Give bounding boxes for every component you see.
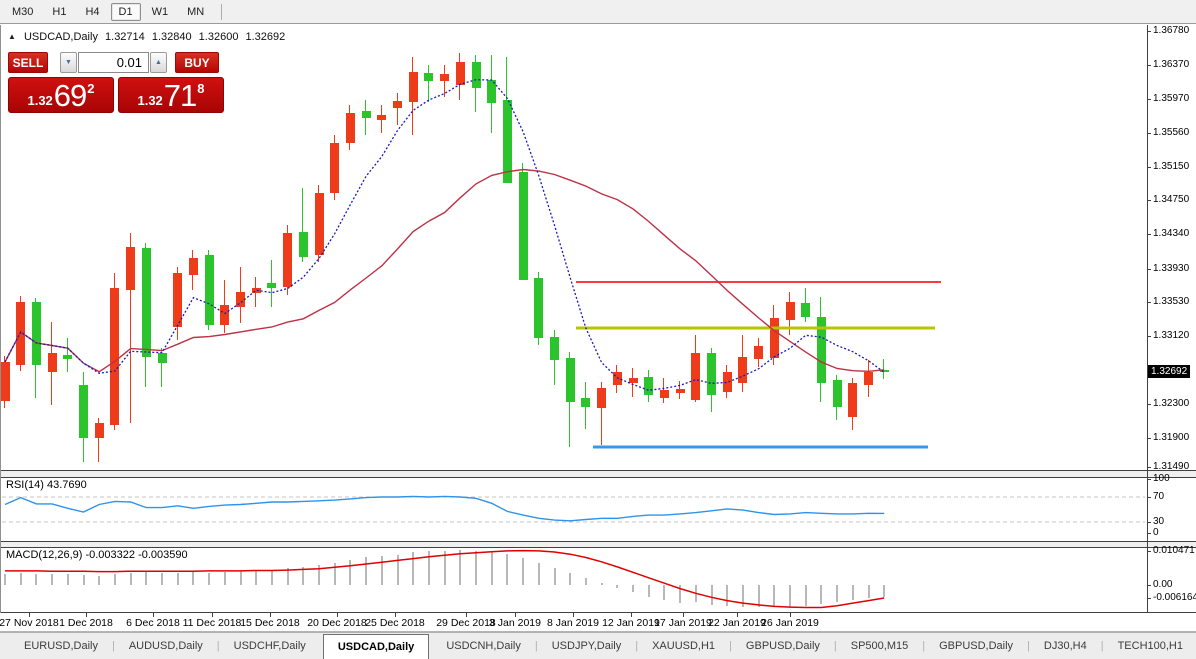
rsi-label: RSI(14) 43.7690 bbox=[6, 479, 87, 491]
ask-price-button[interactable]: 1.32 71 8 bbox=[118, 77, 224, 113]
date-axis-label: 1 Dec 2018 bbox=[51, 617, 121, 629]
sell-button[interactable]: SELL bbox=[8, 52, 48, 73]
rsi-axis-label: 70 bbox=[1153, 491, 1164, 502]
price-axis-label: 1.31490 bbox=[1153, 461, 1189, 472]
price-axis-label: 1.36780 bbox=[1153, 25, 1189, 36]
price-axis-tick bbox=[1147, 467, 1151, 468]
macd-axis-tick bbox=[1147, 598, 1151, 599]
panel-border bbox=[0, 631, 1196, 632]
current-price-tag: 1.32692 bbox=[1148, 365, 1190, 378]
date-axis-label: 25 Dec 2018 bbox=[360, 617, 430, 629]
buy-button[interactable]: BUY bbox=[175, 52, 219, 73]
price-axis-tick bbox=[1147, 200, 1151, 201]
price-axis-label: 1.31900 bbox=[1153, 432, 1189, 443]
rsi-axis-tick bbox=[1147, 533, 1151, 534]
volume-input[interactable] bbox=[78, 52, 149, 73]
macd-axis-tick bbox=[1147, 551, 1151, 552]
macd-axis-label: -0.006164 bbox=[1153, 592, 1196, 603]
price-axis-tick bbox=[1147, 438, 1151, 439]
price-axis-tick bbox=[1147, 133, 1151, 134]
price-axis-label: 1.32300 bbox=[1153, 398, 1189, 409]
macd-axis-label: 0.00 bbox=[1153, 579, 1172, 590]
bid-price-button[interactable]: 1.32 69 2 bbox=[8, 77, 114, 113]
price-axis-label: 1.35150 bbox=[1153, 161, 1189, 172]
chart-title: USDCAD,Daily bbox=[24, 31, 98, 43]
price-axis-tick bbox=[1147, 234, 1151, 235]
rsi-axis-label: 30 bbox=[1153, 516, 1164, 527]
bid-sup-digit: 2 bbox=[87, 81, 94, 96]
price-axis-label: 1.34340 bbox=[1153, 228, 1189, 239]
close-value: 1.32692 bbox=[246, 31, 286, 43]
rsi-axis-tick bbox=[1147, 497, 1151, 498]
price-axis-tick bbox=[1147, 269, 1151, 270]
price-axis-label: 1.35560 bbox=[1153, 127, 1189, 138]
ask-prefix: 1.32 bbox=[137, 93, 162, 108]
price-axis-label: 1.35970 bbox=[1153, 93, 1189, 104]
ask-sup-digit: 8 bbox=[197, 81, 204, 96]
price-axis-label: 1.33530 bbox=[1153, 296, 1189, 307]
price-axis-border bbox=[1147, 25, 1148, 613]
macd-axis-tick bbox=[1147, 585, 1151, 586]
chart-header: ▲ USDCAD,Daily 1.32714 1.32840 1.32600 1… bbox=[8, 31, 289, 43]
open-value: 1.32714 bbox=[105, 31, 145, 43]
price-axis-tick bbox=[1147, 167, 1151, 168]
date-axis-label: 26 Jan 2019 bbox=[755, 617, 825, 629]
panel-border bbox=[0, 612, 1196, 613]
volume-decrease-button[interactable]: ▼ bbox=[60, 52, 77, 73]
date-axis-label: 15 Dec 2018 bbox=[235, 617, 305, 629]
macd-axis-label: 0.010471 bbox=[1153, 545, 1195, 556]
price-axis-tick bbox=[1147, 404, 1151, 405]
price-axis-label: 1.34750 bbox=[1153, 194, 1189, 205]
price-axis-label: 1.33120 bbox=[1153, 330, 1189, 341]
mt4-terminal: M30H1H4D1W1MN ▲ USDCAD,Daily 1.32714 1.3… bbox=[0, 0, 1196, 659]
price-axis-tick bbox=[1147, 302, 1151, 303]
price-axis-label: 1.33930 bbox=[1153, 263, 1189, 274]
high-value: 1.32840 bbox=[152, 31, 192, 43]
price-axis-tick bbox=[1147, 31, 1151, 32]
ask-big-digits: 71 bbox=[164, 80, 196, 111]
volume-increase-button[interactable]: ▲ bbox=[150, 52, 167, 73]
rsi-axis-label: 0 bbox=[1153, 527, 1159, 538]
low-value: 1.32600 bbox=[199, 31, 239, 43]
macd-label: MACD(12,26,9) -0.003322 -0.003590 bbox=[6, 549, 188, 561]
price-axis-tick bbox=[1147, 99, 1151, 100]
bid-prefix: 1.32 bbox=[27, 93, 52, 108]
panel-border bbox=[0, 477, 1196, 478]
panel-border bbox=[0, 547, 1196, 548]
chart-left-border bbox=[0, 25, 1, 613]
rsi-axis-label: 100 bbox=[1153, 473, 1170, 484]
rsi-axis-tick bbox=[1147, 522, 1151, 523]
price-axis-tick bbox=[1147, 65, 1151, 66]
rsi-axis-tick bbox=[1147, 479, 1151, 480]
price-axis-tick bbox=[1147, 336, 1151, 337]
bid-big-digits: 69 bbox=[54, 80, 86, 111]
collapse-icon[interactable]: ▲ bbox=[8, 32, 16, 41]
price-axis-label: 1.36370 bbox=[1153, 59, 1189, 70]
